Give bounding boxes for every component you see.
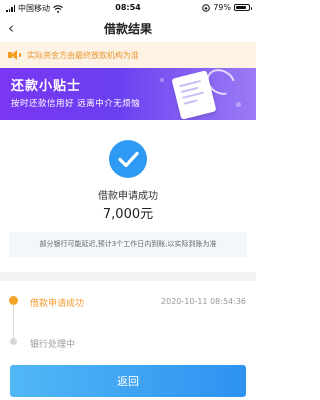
timeline-step-time: 2020-10-11 08:54:36 [161,297,246,306]
loan-amount: 7,000元 [102,207,154,222]
timeline-connector [13,305,14,339]
arrival-note: 部分银行可能延迟,预计3个工作日内到账,以实际到账为准 [9,232,247,257]
notice-bar: 实际资金方由最终放款机构为准 [0,42,256,68]
timeline-dot-active-icon [9,296,18,305]
sparkle-icon [160,78,164,82]
timeline-step-label: 银行处理中 [30,340,76,350]
orientation-lock-icon [202,3,211,12]
nav-bar: ‹ 借款结果 [0,16,256,42]
speaker-icon [8,50,22,60]
return-button[interactable]: 返回 [10,365,246,397]
check-circle-icon [109,140,147,178]
section-divider [0,272,256,281]
battery-icon [234,4,252,11]
timeline-dot-inactive-icon [10,338,17,345]
notice-text: 实际资金方由最终放款机构为准 [27,50,139,60]
banner-subtitle: 按时还款信用好 远离中介无烦恼 [11,99,141,109]
timeline-step-label: 借款申请成功 [30,299,85,309]
banner-title: 还款小贴士 [11,79,82,94]
result-title: 借款申请成功 [98,191,158,202]
status-bar: 中国移动 08:54 79% [0,0,256,16]
sparkle-icon [236,102,241,107]
battery-percent: 79% [213,3,231,12]
repayment-tips-banner[interactable]: 还款小贴士 按时还款信用好 远离中介无烦恼 [0,68,256,120]
page-title: 借款结果 [103,22,152,36]
status-right: 79% [202,3,252,12]
battery-fill [236,6,246,9]
